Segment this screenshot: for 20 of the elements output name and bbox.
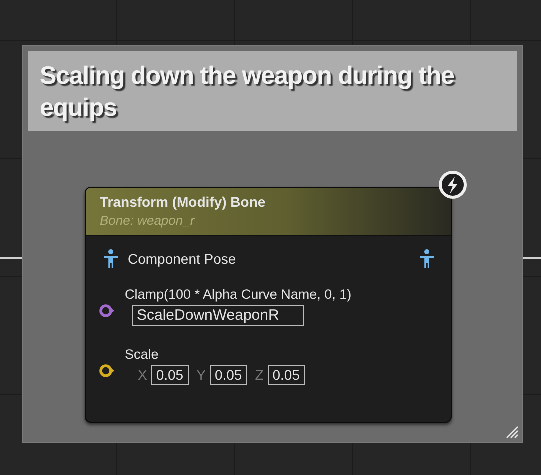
input-field[interactable]: 0.05 [268,365,305,385]
input-field[interactable]: 0.05 [210,365,248,385]
pin-label: Clamp(100 * Alpha Curve Name, 0, 1) [125,287,352,302]
pin-icon[interactable] [99,304,115,318]
comment-title: Scaling down the weapon during the equips [40,61,456,124]
pin-icon[interactable] [99,364,115,378]
node-subtitle: Bone: weapon_r [100,212,196,229]
axis-label: X [138,367,148,383]
axis-label: Y [196,367,206,383]
resize-handle-icon[interactable] [505,425,519,439]
figure-icon[interactable] [419,249,435,269]
input-field[interactable]: 0.05 [151,365,189,385]
input-field[interactable]: ScaleDownWeaponR [132,305,304,326]
node-title: Transform (Modify) Bone [100,193,267,212]
axis-label: Z [255,367,264,383]
figure-icon[interactable] [103,249,119,269]
pin-label: Component Pose [128,251,236,267]
lightning-icon [438,170,468,200]
node[interactable]: Transform (Modify) Bone Bone: weapon_r Component Pose Clamp(100 * Alpha Curve Name, 0, 1) ScaleDownWeaponR Scale X 0.05 Y 0.05 Z 0.05 [85,187,452,423]
pin-label: Scale [125,347,160,362]
